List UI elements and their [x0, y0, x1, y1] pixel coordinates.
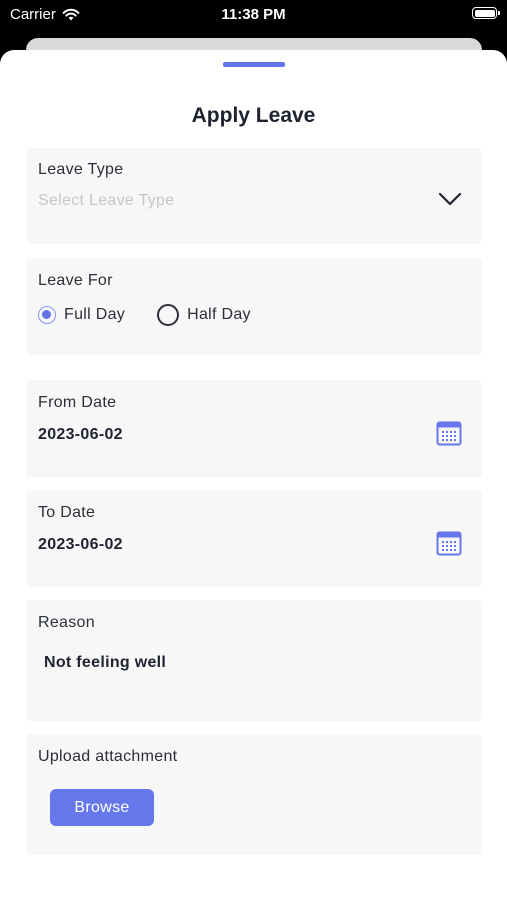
from-date-label: From Date: [38, 394, 117, 411]
upload-attachment-label: Upload attachment: [38, 748, 178, 765]
radio-full-day-indicator[interactable]: [38, 306, 56, 324]
to-date-label: To Date: [38, 504, 96, 521]
radio-full-day[interactable]: Full Day: [38, 306, 125, 324]
apply-leave-sheet: Apply Leave Leave Type Select Leave Type…: [0, 50, 507, 900]
from-date-field[interactable]: From Date 2023-06-02: [26, 380, 482, 477]
page-title: Apply Leave: [191, 104, 316, 127]
sheet-grabber[interactable]: [223, 62, 285, 67]
status-bar: Carrier 11:38 PM: [0, 0, 507, 30]
leave-type-dropdown[interactable]: Leave Type Select Leave Type: [26, 148, 482, 244]
radio-half-day-indicator[interactable]: [157, 304, 180, 326]
clock: 11:38 PM: [221, 6, 286, 23]
from-date-value: 2023-06-02: [38, 426, 123, 443]
radio-full-day-label: Full Day: [64, 306, 126, 323]
to-date-value: 2023-06-02: [38, 536, 123, 553]
calendar-icon[interactable]: [436, 530, 462, 556]
battery-icon: [472, 7, 500, 19]
reason-input[interactable]: Not feeling well: [44, 654, 166, 672]
radio-half-day[interactable]: Half Day: [157, 304, 251, 326]
reason-field[interactable]: Reason Not feeling well: [26, 600, 482, 721]
reason-label: Reason: [38, 614, 95, 631]
upload-attachment-card: Upload attachment Browse: [26, 734, 482, 855]
chevron-down-icon[interactable]: [438, 192, 462, 206]
leave-for-card: Leave For Full Day Half Day: [26, 258, 482, 355]
to-date-field[interactable]: To Date 2023-06-02: [26, 490, 482, 587]
leave-for-radio-group: Full Day Half Day: [38, 304, 283, 326]
radio-half-day-label: Half Day: [187, 306, 251, 323]
leave-type-label: Leave Type: [38, 161, 124, 178]
browse-button[interactable]: Browse: [50, 789, 154, 826]
leave-type-placeholder: Select Leave Type: [38, 192, 175, 209]
calendar-icon[interactable]: [436, 420, 462, 446]
leave-for-label: Leave For: [38, 272, 113, 289]
